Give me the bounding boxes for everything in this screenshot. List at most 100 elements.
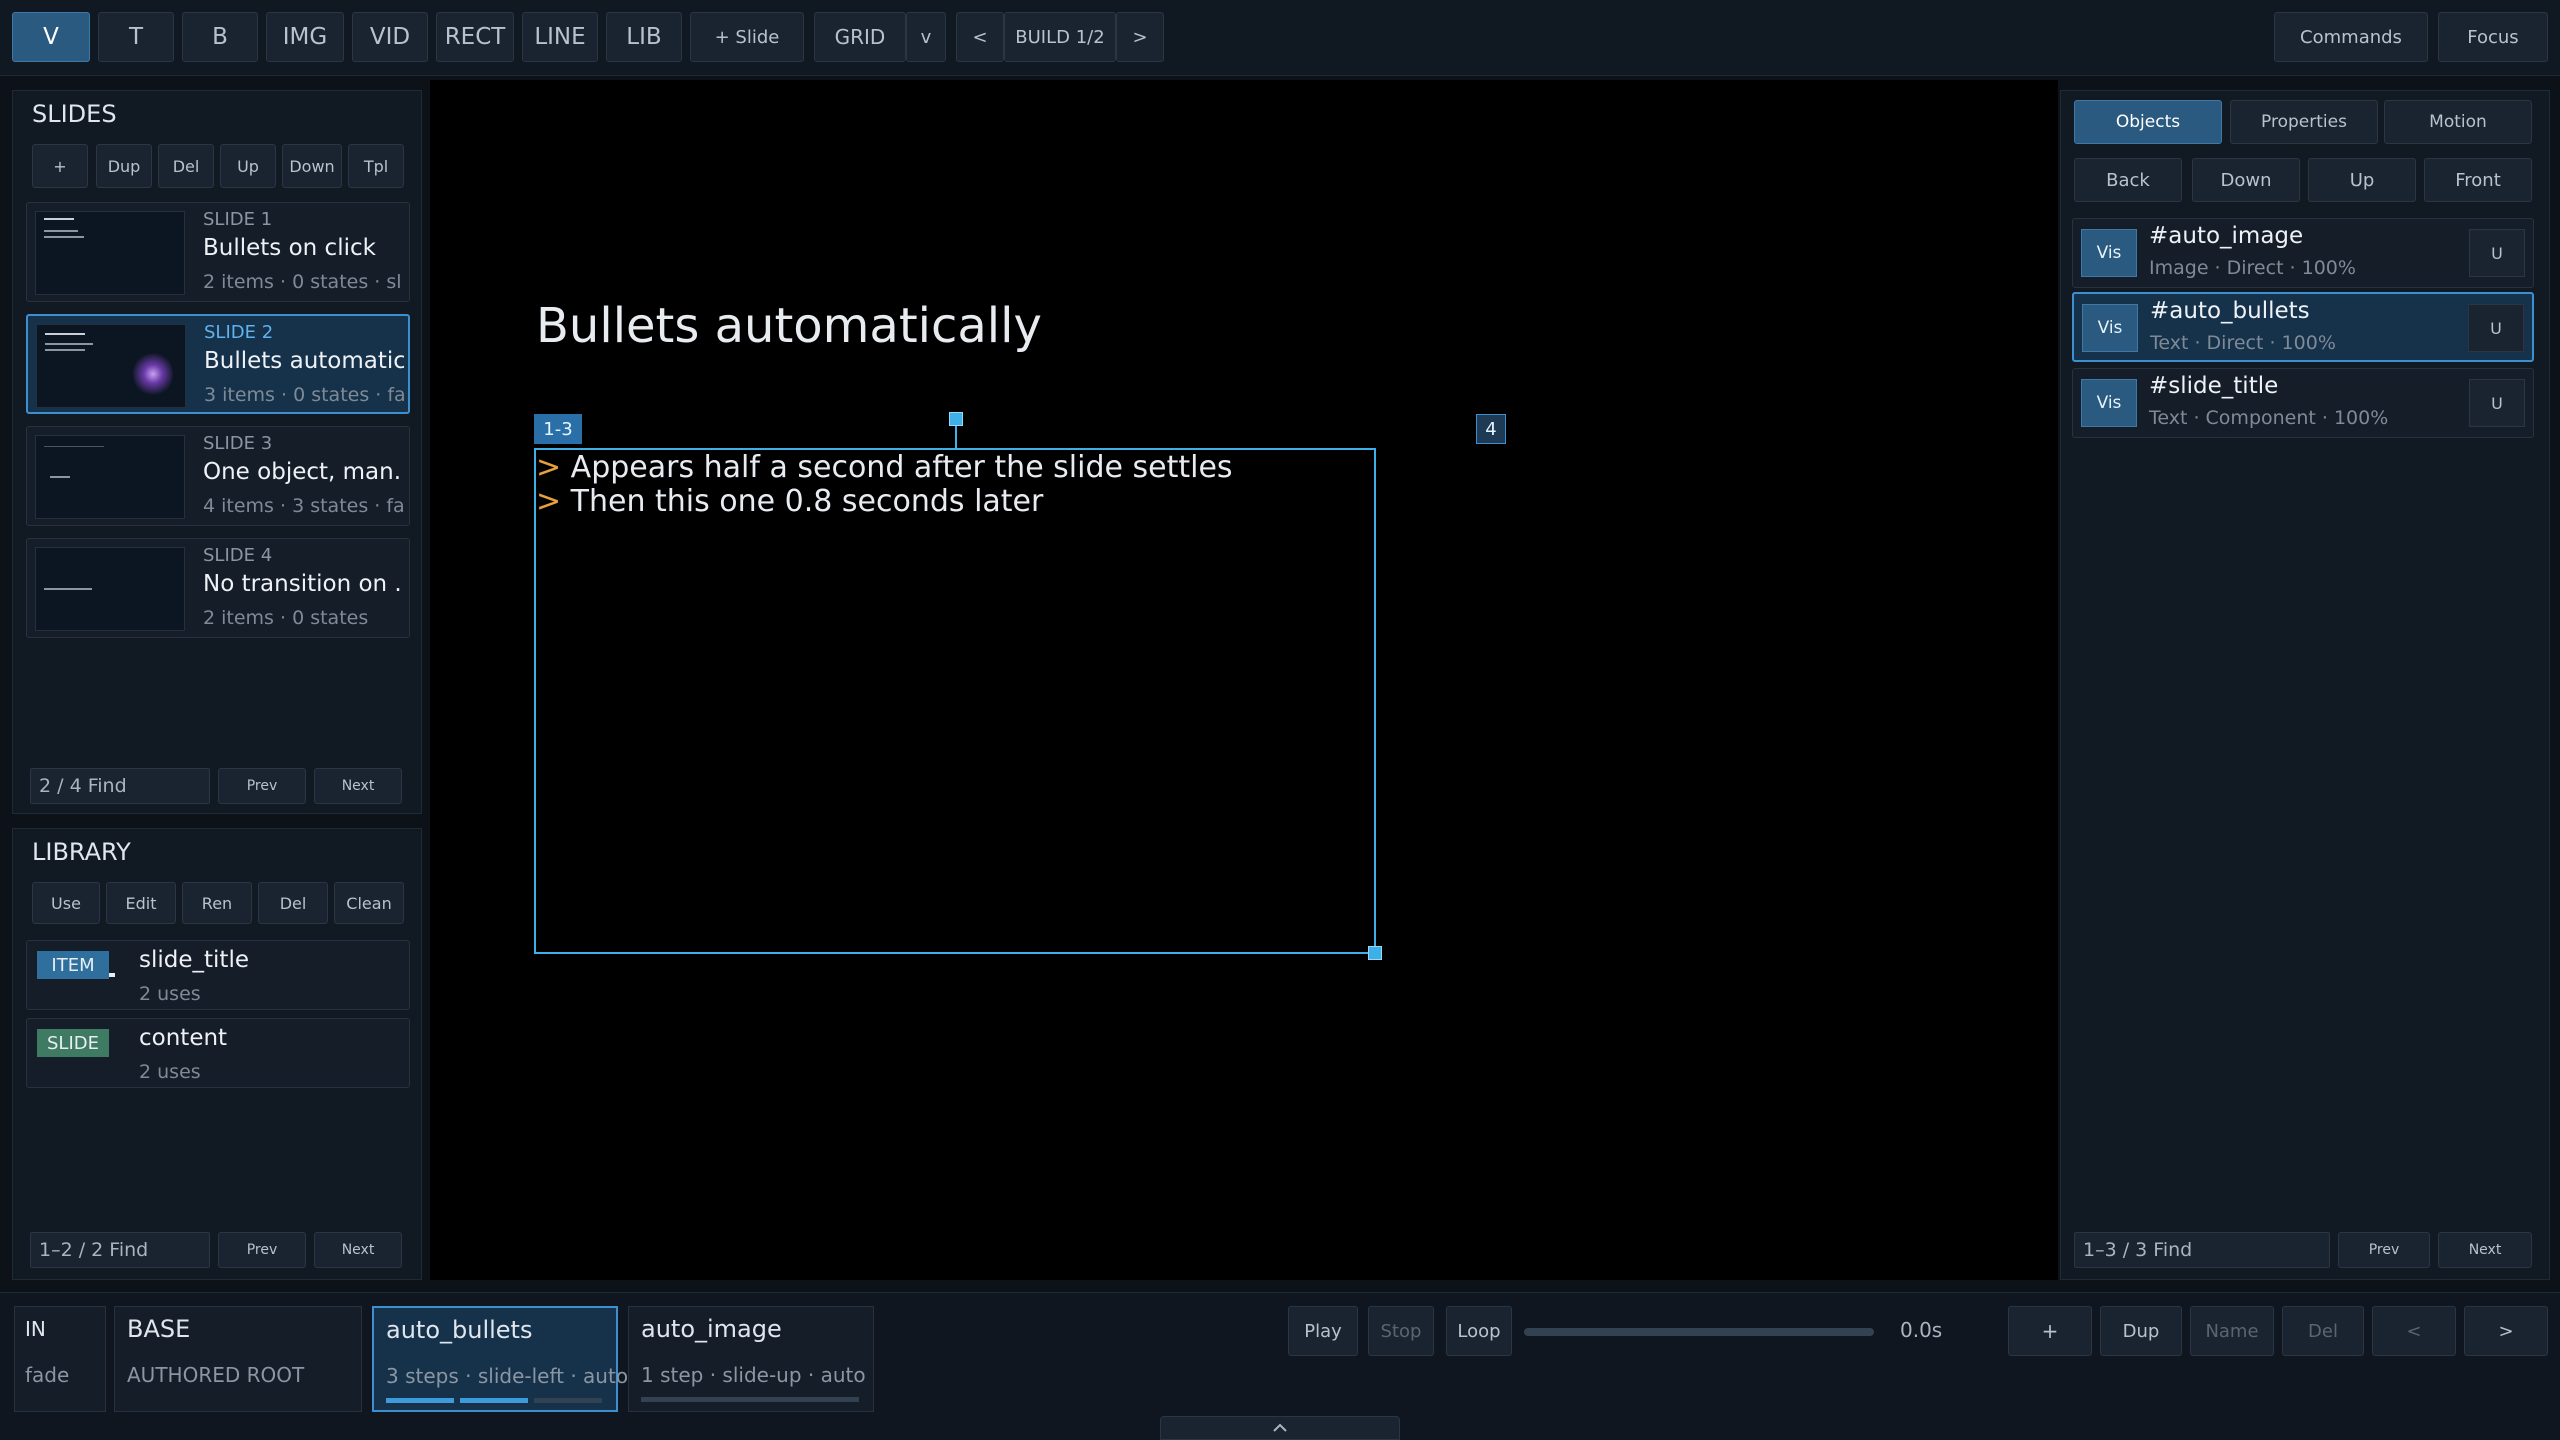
track-sub: 3 steps · slide-left · auto	[386, 1364, 629, 1388]
build-prev-button[interactable]: <	[956, 12, 1004, 62]
step-next-button[interactable]: >	[2464, 1306, 2548, 1356]
tool-select-button[interactable]: V	[12, 12, 90, 62]
tool-image-button[interactable]: IMG	[266, 12, 344, 62]
tool-line-button[interactable]: LINE	[522, 12, 598, 62]
library-panel-title: LIBRARY	[32, 838, 131, 866]
track-sub: AUTHORED ROOT	[127, 1363, 305, 1387]
grid-button[interactable]: GRID	[814, 12, 906, 62]
library-item-content[interactable]: SLIDE content 2 uses	[26, 1018, 410, 1088]
slide-title-text[interactable]: Bullets automatically	[536, 298, 1042, 354]
track-sub: 1 step · slide-up · auto	[641, 1363, 866, 1387]
slides-find-input[interactable]: 2 / 4 Find	[30, 768, 210, 804]
slide-title: No transition on ...	[203, 571, 403, 597]
slide-list-item-3[interactable]: SLIDE 3 One object, man... 4 items · 3 s…	[26, 426, 410, 526]
grid-dropdown-button[interactable]: v	[906, 12, 946, 62]
tool-rect-button[interactable]: RECT	[436, 12, 514, 62]
step-prev-button[interactable]: <	[2372, 1306, 2456, 1356]
toolbar: V T B IMG VID RECT LINE LIB + Slide GRID…	[0, 0, 2560, 76]
visibility-toggle[interactable]: Vis	[2082, 304, 2138, 352]
step-progress-1	[386, 1398, 454, 1403]
track-auto-bullets[interactable]: auto_bullets 3 steps · slide-left · auto	[372, 1306, 628, 1412]
track-base[interactable]: BASE AUTHORED ROOT	[114, 1306, 362, 1412]
galaxy-image-icon	[133, 351, 173, 397]
library-next-button[interactable]: Next	[314, 1232, 402, 1268]
play-button[interactable]: Play	[1288, 1306, 1358, 1356]
slide-meta: 3 items · 0 states · fa...	[204, 384, 404, 406]
visibility-toggle[interactable]: Vis	[2081, 229, 2137, 277]
track-name: BASE	[127, 1315, 191, 1343]
library-find-input[interactable]: 1–2 / 2 Find	[30, 1232, 210, 1268]
library-edit-button[interactable]: Edit	[106, 882, 176, 924]
library-item-name: slide_title	[139, 947, 249, 973]
duplicate-step-button[interactable]: Dup	[2100, 1306, 2182, 1356]
slide-number: SLIDE 1	[203, 209, 273, 230]
slide-list-item-4[interactable]: SLIDE 4 No transition on ... 2 items · 0…	[26, 538, 410, 638]
delete-step-button[interactable]: Del	[2282, 1306, 2364, 1356]
library-item-name: content	[139, 1025, 228, 1051]
move-up-button[interactable]: Up	[2308, 158, 2416, 202]
stop-button[interactable]: Stop	[1368, 1306, 1434, 1356]
slide-meta: 2 items · 0 states · sli...	[203, 271, 403, 293]
tab-properties[interactable]: Properties	[2230, 100, 2378, 144]
delete-slide-button[interactable]: Del	[158, 144, 214, 188]
tool-video-button[interactable]: VID	[352, 12, 428, 62]
library-use-button[interactable]: Use	[32, 882, 100, 924]
track-auto-image[interactable]: auto_image 1 step · slide-up · auto	[628, 1306, 874, 1412]
loop-button[interactable]: Loop	[1446, 1306, 1512, 1356]
add-slide-icon-button[interactable]: +	[32, 144, 88, 188]
tab-motion[interactable]: Motion	[2384, 100, 2532, 144]
library-delete-button[interactable]: Del	[258, 882, 328, 924]
build-indicator: BUILD 1/2	[1004, 12, 1116, 62]
playback-scrubber[interactable]	[1524, 1328, 1874, 1336]
visibility-toggle[interactable]: Vis	[2081, 379, 2137, 427]
objects-find-input[interactable]: 1–3 / 3 Find	[2074, 1232, 2330, 1268]
move-slide-down-button[interactable]: Down	[282, 144, 342, 188]
tool-library-button[interactable]: LIB	[606, 12, 682, 62]
objects-next-button[interactable]: Next	[2438, 1232, 2532, 1268]
object-meta: Image · Direct · 100%	[2149, 257, 2356, 279]
objects-prev-button[interactable]: Prev	[2338, 1232, 2430, 1268]
duplicate-slide-button[interactable]: Dup	[96, 144, 152, 188]
bring-to-front-button[interactable]: Front	[2424, 158, 2532, 202]
rotate-handle[interactable]	[949, 412, 963, 426]
library-item-slide-title[interactable]: ITEM slide_title 2 uses	[26, 940, 410, 1010]
slides-prev-button[interactable]: Prev	[218, 768, 306, 804]
tab-objects[interactable]: Objects	[2074, 100, 2222, 144]
auto-bullets-textbox[interactable]: > Appears half a second after the slide …	[534, 448, 1376, 954]
name-step-button[interactable]: Name	[2190, 1306, 2274, 1356]
move-slide-up-button[interactable]: Up	[220, 144, 276, 188]
slides-panel-title: SLIDES	[32, 100, 117, 128]
unlock-button[interactable]: U	[2469, 379, 2525, 427]
focus-button[interactable]: Focus	[2438, 12, 2548, 62]
tool-text-button[interactable]: T	[98, 12, 174, 62]
build-next-button[interactable]: >	[1116, 12, 1164, 62]
commands-button[interactable]: Commands	[2274, 12, 2428, 62]
unlock-button[interactable]: U	[2468, 304, 2524, 352]
library-rename-button[interactable]: Ren	[182, 882, 252, 924]
add-step-button[interactable]: +	[2008, 1306, 2092, 1356]
track-name: auto_bullets	[386, 1316, 533, 1344]
track-in-effect: fade	[25, 1363, 70, 1387]
object-row-auto-image[interactable]: Vis #auto_image Image · Direct · 100% U	[2072, 218, 2534, 288]
resize-handle[interactable]	[1368, 946, 1382, 960]
object-row-auto-bullets[interactable]: Vis #auto_bullets Text · Direct · 100% U	[2072, 292, 2534, 362]
tool-bullets-button[interactable]: B	[182, 12, 258, 62]
slide-title: Bullets on click	[203, 235, 376, 261]
slide-template-button[interactable]: Tpl	[348, 144, 404, 188]
slides-next-button[interactable]: Next	[314, 768, 402, 804]
unlock-button[interactable]: U	[2469, 229, 2525, 277]
library-clean-button[interactable]: Clean	[334, 882, 404, 924]
send-to-back-button[interactable]: Back	[2074, 158, 2182, 202]
add-slide-button[interactable]: + Slide	[690, 12, 804, 62]
track-in[interactable]: IN fade	[14, 1306, 106, 1412]
slide-list-item-1[interactable]: SLIDE 1 Bullets on click 2 items · 0 sta…	[26, 202, 410, 302]
move-down-button[interactable]: Down	[2192, 158, 2300, 202]
object-meta: Text · Direct · 100%	[2150, 332, 2336, 354]
collapse-timeline-button[interactable]	[1160, 1416, 1400, 1440]
bullet-text: Appears half a second after the slide se…	[561, 450, 1233, 485]
build-step-badge[interactable]: 1-3	[534, 414, 582, 444]
object-row-slide-title[interactable]: Vis #slide_title Text · Component · 100%…	[2072, 368, 2534, 438]
build-step-badge[interactable]: 4	[1476, 414, 1506, 444]
slide-list-item-2[interactable]: SLIDE 2 Bullets automatic... 3 items · 0…	[26, 314, 410, 414]
library-prev-button[interactable]: Prev	[218, 1232, 306, 1268]
